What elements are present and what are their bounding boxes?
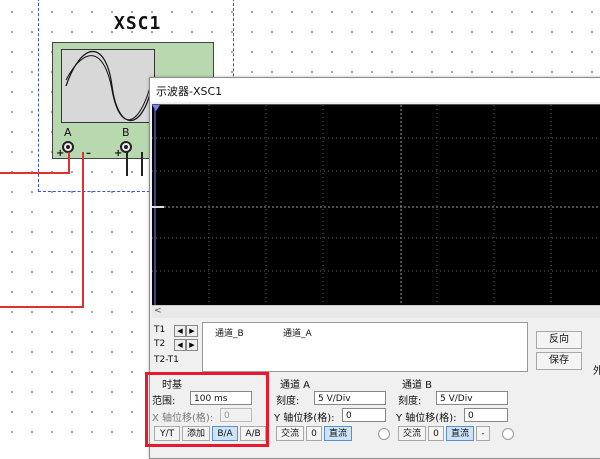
window-title: 示波器-XSC1	[156, 85, 223, 98]
channel-b-dc-button[interactable]: 直流	[446, 426, 474, 441]
channel-b-y-position-label: Y 轴位移(格):	[396, 413, 457, 424]
wire-a-horizontal[interactable]	[0, 172, 70, 174]
wire-b-minus[interactable]	[141, 152, 143, 176]
t1-left-button[interactable]: ◀	[174, 325, 186, 337]
channel-b-title: 通道 B	[402, 380, 433, 391]
channel-a-scale-field[interactable]: 5 V/Div	[314, 391, 386, 405]
window-titlebar[interactable]: 示波器-XSC1	[150, 78, 600, 102]
cursor-panel: T1 ◀ ▶ T2 ◀ ▶ T2-T1	[152, 322, 200, 368]
wire-ground-vertical[interactable]	[82, 152, 84, 307]
channel-b-radio[interactable]	[502, 428, 514, 440]
terminal-a-plus: +	[56, 148, 65, 159]
t1-right-button[interactable]: ▶	[186, 325, 198, 337]
channel-a-title: 通道 A	[280, 380, 311, 391]
readout-channel-b-header: 通道_B	[215, 329, 244, 339]
channel-a-zero-button[interactable]: 0	[306, 426, 322, 441]
terminal-b-label: B	[122, 126, 130, 139]
channel-a-ac-button[interactable]: 交流	[276, 426, 304, 441]
channel-a-scale-label: 刻度:	[276, 396, 300, 407]
terminal-a-minus: –	[86, 148, 91, 159]
cursor-t1-marker-icon	[152, 105, 160, 111]
scope-display[interactable]	[152, 104, 600, 305]
t2-t1-label: T2-T1	[154, 355, 179, 365]
channel-a-y-position-field[interactable]: 0	[342, 408, 386, 422]
save-button[interactable]: 保存	[536, 352, 582, 370]
scroll-left-icon[interactable]: <	[154, 306, 162, 316]
t2-label: T2	[154, 339, 166, 349]
channel-a-y-position-label: Y 轴位移(格):	[274, 413, 335, 424]
measurement-readout: 通道_B 通道_A	[202, 322, 528, 372]
reverse-button[interactable]: 反向	[536, 331, 582, 349]
channel-a-dc-button[interactable]: 直流	[324, 426, 352, 441]
channel-b-minus-button[interactable]: -	[476, 426, 490, 441]
wire-ground-horizontal[interactable]	[0, 306, 84, 308]
t2-left-button[interactable]: ◀	[174, 339, 186, 351]
highlight-box	[145, 372, 269, 447]
component-name: XSC1	[114, 13, 162, 34]
wire-a-vertical[interactable]	[68, 152, 70, 174]
channel-b-zero-button[interactable]: 0	[428, 426, 444, 441]
channel-a-radio[interactable]	[378, 428, 390, 440]
t2-right-button[interactable]: ▶	[186, 339, 198, 351]
channel-b-ac-button[interactable]: 交流	[398, 426, 426, 441]
t1-label: T1	[154, 325, 166, 335]
channel-b-y-position-field[interactable]: 0	[464, 408, 508, 422]
terminal-a-label: A	[64, 126, 72, 139]
wire-b-vertical[interactable]	[126, 152, 128, 176]
oscilloscope-symbol-screen	[61, 49, 155, 123]
terminal-b-plus: +	[114, 148, 123, 159]
channel-b-scale-label: 刻度:	[398, 396, 422, 407]
readout-channel-a-header: 通道_A	[283, 329, 312, 339]
scope-grid	[152, 105, 600, 305]
sine-wave-icon	[65, 51, 153, 121]
channel-b-scale-field[interactable]: 5 V/Div	[436, 391, 508, 405]
display-scrollbar[interactable]: <	[152, 305, 600, 318]
external-trigger-label: 外	[593, 366, 600, 377]
